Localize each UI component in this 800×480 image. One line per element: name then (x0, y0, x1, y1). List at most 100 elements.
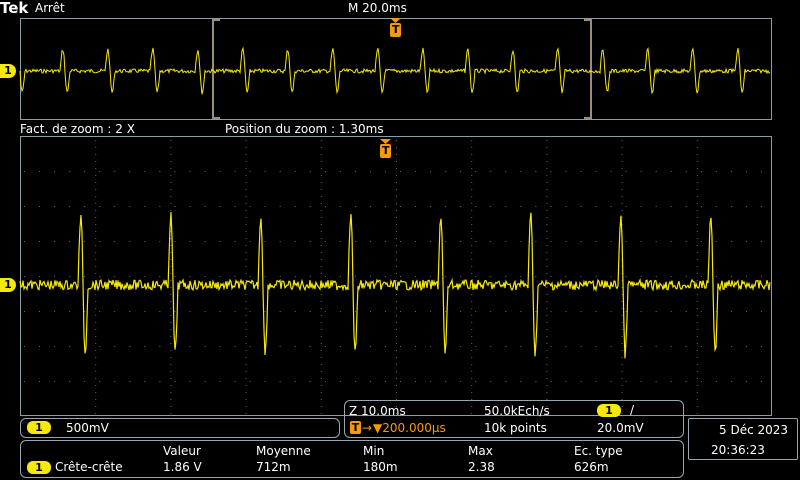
grid-dot (471, 259, 473, 260)
grid-dot (565, 311, 567, 312)
grid-dot (39, 346, 41, 347)
grid-dot (621, 378, 623, 379)
grid-dot (320, 364, 322, 365)
grid-dot (396, 147, 397, 148)
grid-dot (95, 322, 97, 323)
grid-dot (505, 346, 507, 347)
grid-dot (320, 350, 322, 351)
grid-dot (700, 206, 702, 207)
grid-dot (565, 381, 567, 382)
grid-dot (320, 175, 322, 176)
grid-dot (219, 206, 221, 207)
overview-channel-marker[interactable]: 1 (0, 64, 16, 78)
grid-dot (54, 206, 56, 207)
grid-dot (384, 206, 386, 207)
grid-dot (245, 154, 247, 155)
grid-dot (621, 210, 623, 211)
grid-dot (170, 399, 172, 400)
measurement-name: Crête-crête (55, 460, 123, 474)
grid-dot (95, 175, 97, 176)
grid-dot (396, 196, 397, 197)
grid-dot (685, 241, 687, 242)
grid-dot (99, 346, 101, 347)
grid-dot (189, 171, 191, 172)
grid-dot (245, 315, 247, 316)
grid-dot (730, 346, 732, 347)
grid-dot (320, 322, 322, 323)
grid-dot (320, 371, 322, 372)
grid-dot (715, 381, 717, 382)
grid-dot (621, 147, 623, 148)
grid-dot (640, 346, 642, 347)
grid-dot (546, 392, 548, 393)
grid-dot (84, 381, 86, 382)
grid-dot (245, 203, 247, 204)
grid-dot (396, 378, 397, 379)
grid-dot (170, 378, 172, 379)
zoom-trigger-marker[interactable]: T (380, 139, 391, 159)
grid-dot (170, 168, 172, 169)
date: 5 Déc 2023 (719, 423, 789, 437)
grid-dot (320, 315, 322, 316)
grid-dot (490, 381, 492, 382)
grid-dot (490, 276, 492, 277)
grid-dot (610, 311, 612, 312)
grid-dot (625, 171, 627, 172)
grid-dot (384, 241, 386, 242)
grid-dot (640, 241, 642, 242)
grid-dot (550, 171, 552, 172)
grid-dot (170, 329, 172, 330)
grid-dot (670, 171, 672, 172)
grid-dot (354, 276, 356, 277)
grid-dot (95, 217, 97, 218)
grid-dot (475, 206, 477, 207)
grid-dot (245, 294, 247, 295)
grid-dot (54, 346, 56, 347)
grid-dot (471, 245, 473, 246)
zoom-channel-marker[interactable]: 1 (0, 278, 16, 292)
grid-dot (610, 206, 612, 207)
grid-dot (245, 336, 247, 337)
grid-dot (621, 161, 623, 162)
grid-dot (471, 140, 473, 141)
grid-dot (95, 210, 97, 211)
grid-dot (621, 357, 623, 358)
grid-dot (245, 329, 247, 330)
grid-dot (245, 238, 247, 239)
grid-dot (520, 311, 522, 312)
grid-dot (320, 336, 322, 337)
measurement-channel-badge: 1 (27, 461, 51, 474)
grid-dot (445, 381, 447, 382)
grid-dot (621, 301, 623, 302)
grid-dot (580, 381, 582, 382)
grid-dot (95, 252, 97, 253)
grid-dot (640, 311, 642, 312)
grid-dot (621, 371, 623, 372)
grid-dot (475, 381, 477, 382)
grid-dot (430, 311, 432, 312)
grid-dot (309, 311, 311, 312)
grid-dot (595, 346, 597, 347)
grid-dot (471, 161, 473, 162)
grid-dot (471, 175, 473, 176)
grid-dot (245, 392, 247, 393)
grid-dot (396, 238, 397, 239)
channel-scale-panel[interactable]: 1 500mV (20, 418, 340, 438)
grid-dot (580, 241, 582, 242)
grid-dot (320, 203, 322, 204)
grid-dot (505, 241, 507, 242)
grid-dot (546, 322, 548, 323)
grid-dot (114, 346, 116, 347)
grid-dot (129, 346, 131, 347)
grid-dot (384, 171, 386, 172)
grid-dot (159, 381, 161, 382)
overview-trigger-marker[interactable]: T (390, 18, 401, 38)
grid-dot (396, 189, 397, 190)
grid-dot (696, 196, 698, 197)
measurement-panel[interactable]: Valeur Moyenne Min Max Ec. type 1 Crête-… (20, 440, 684, 478)
grid-dot (170, 294, 172, 295)
grid-dot (471, 385, 473, 386)
grid-dot (565, 171, 567, 172)
grid-dot (505, 171, 507, 172)
acquisition-panel[interactable]: Z 10.0ms 50.0kEch/s 1 / T → ▼200.000µs 1… (344, 400, 684, 438)
